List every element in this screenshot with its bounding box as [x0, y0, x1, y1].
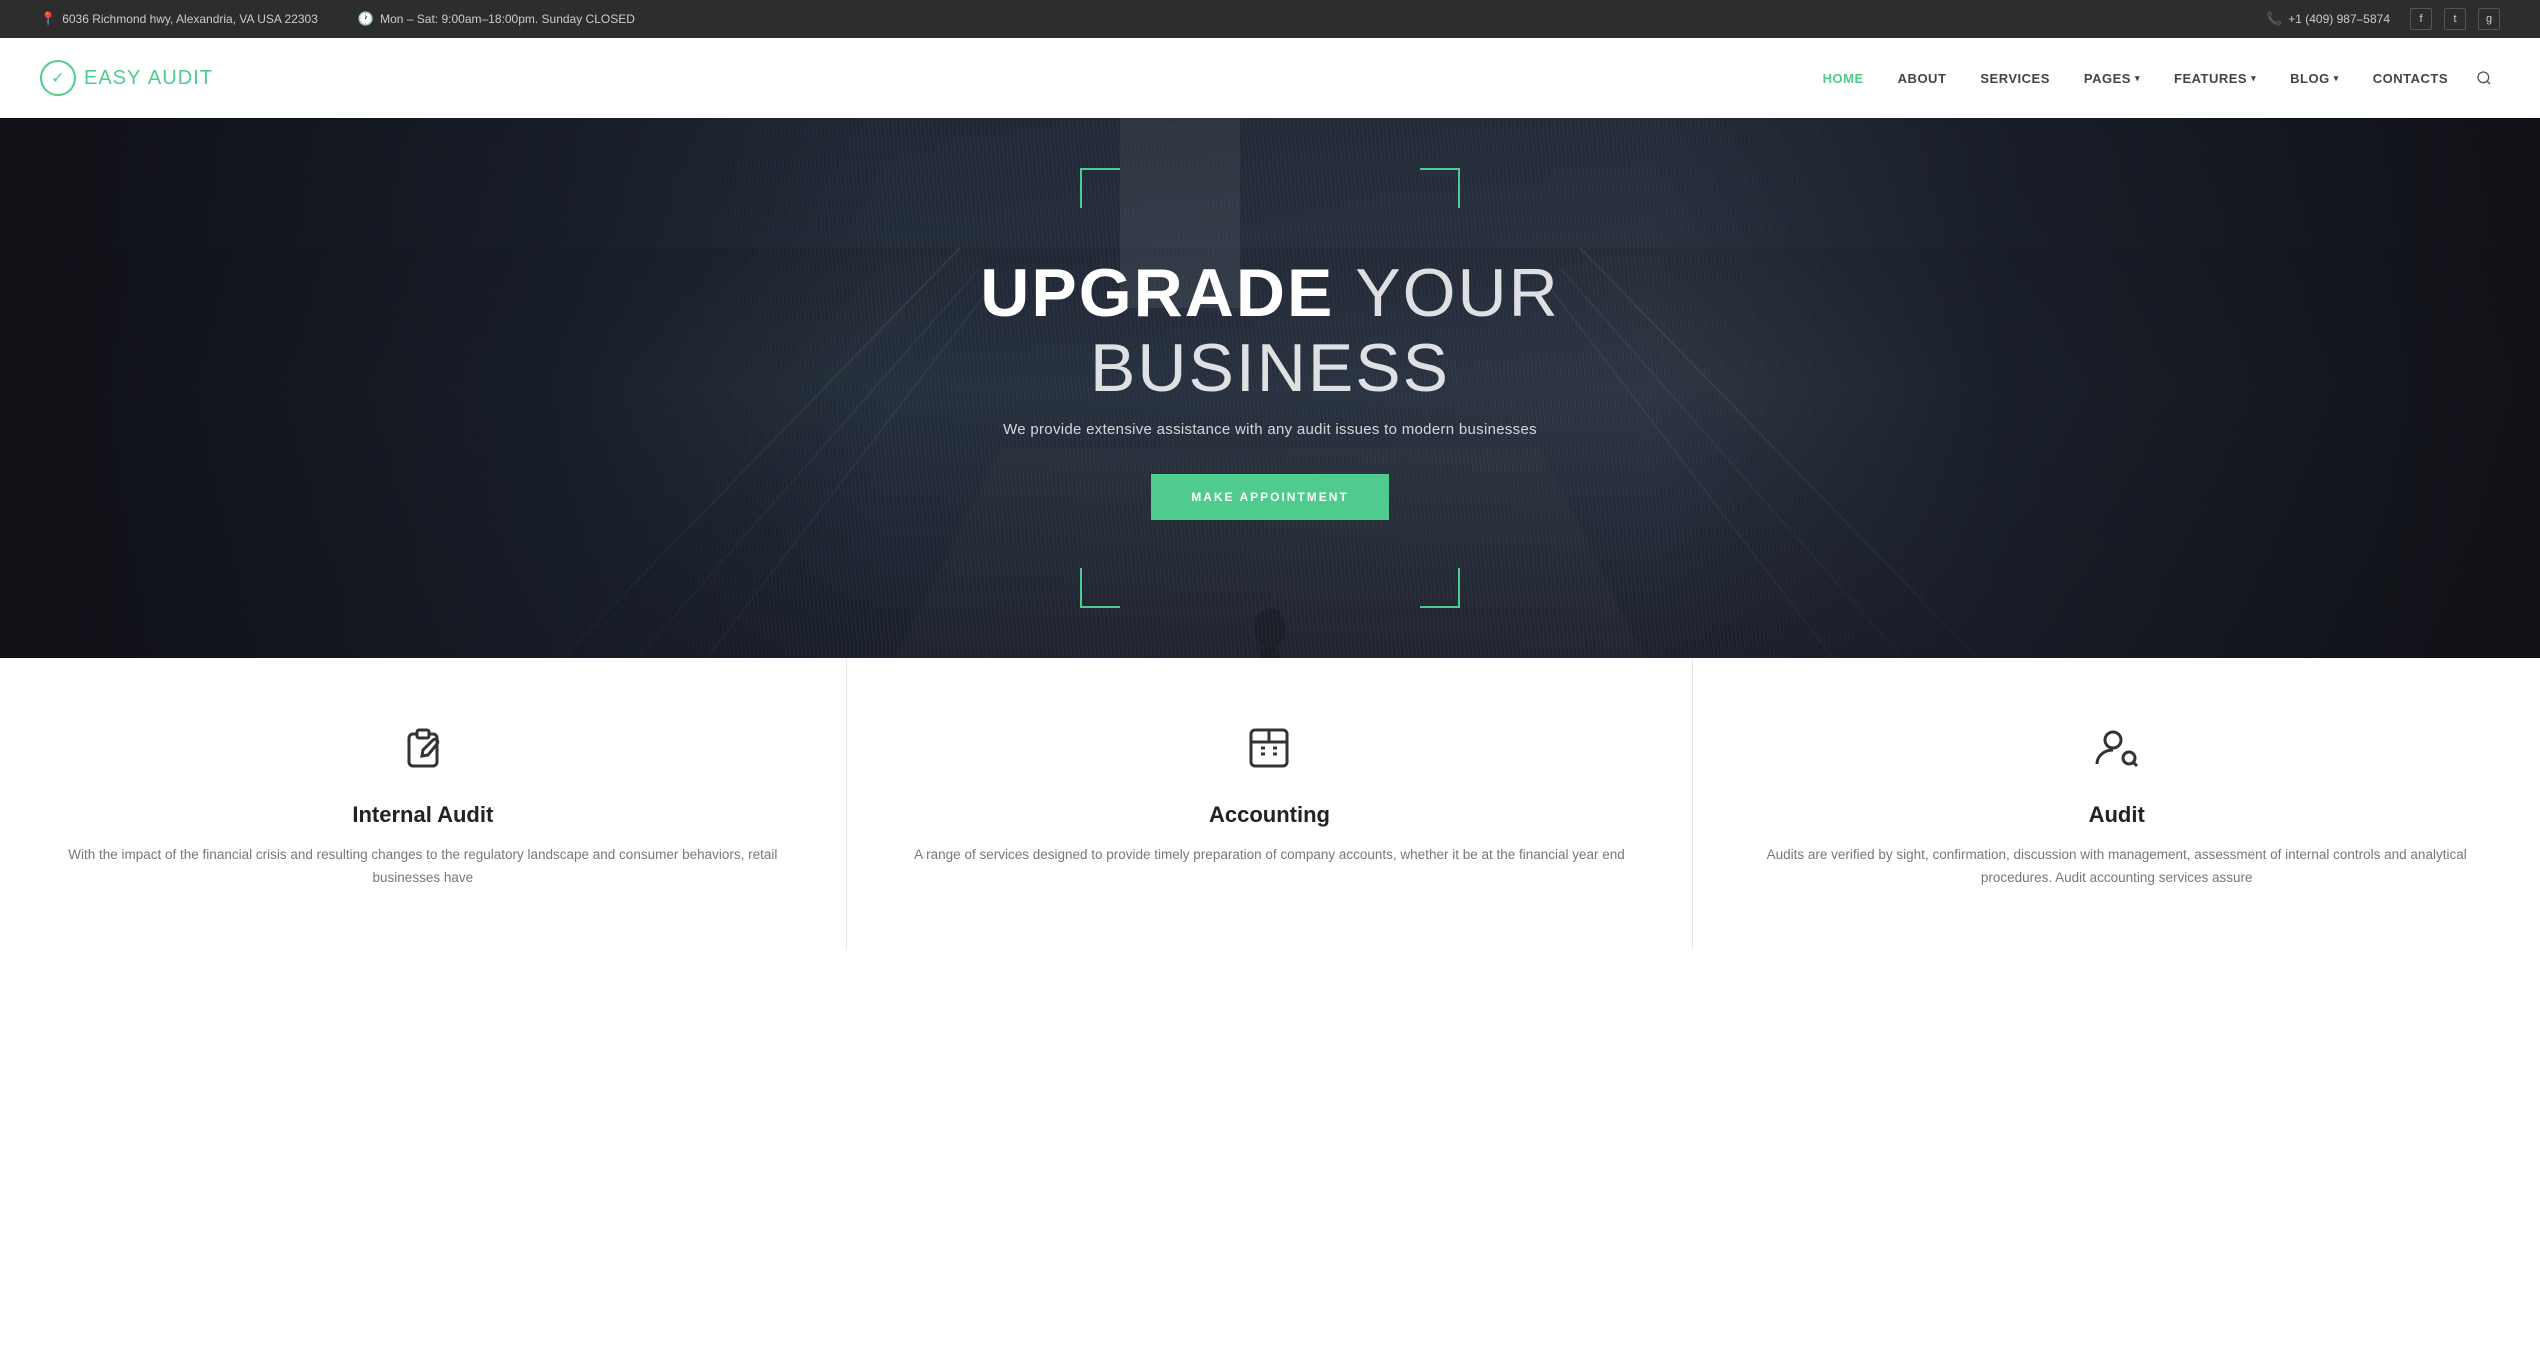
nav-home[interactable]: HOME [1809, 63, 1878, 94]
clock-icon: 🕐 [358, 11, 374, 27]
phone-icon: 📞 [2266, 11, 2282, 27]
corner-bracket-br [1420, 568, 1460, 608]
services-section: Internal Audit With the impact of the fi… [0, 658, 2540, 950]
nav-features[interactable]: FEATURES ▾ [2160, 63, 2270, 94]
accounting-icon [1239, 718, 1299, 778]
service-card-audit: Audit Audits are verified by sight, conf… [1693, 658, 2540, 950]
address-text: 6036 Richmond hwy, Alexandria, VA USA 22… [62, 12, 318, 26]
nav-pages[interactable]: PAGES ▾ [2070, 63, 2154, 94]
service-desc-audit: Audits are verified by sight, confirmati… [1743, 844, 2490, 890]
corner-bracket-tl [1080, 168, 1120, 208]
twitter-icon[interactable]: t [2444, 8, 2466, 30]
features-chevron: ▾ [2251, 73, 2256, 84]
nav-contacts[interactable]: CONTACTS [2359, 63, 2462, 94]
nav-blog[interactable]: BLOG ▾ [2276, 63, 2353, 94]
address-item: 📍 6036 Richmond hwy, Alexandria, VA USA … [40, 11, 318, 27]
logo-bold: EASY [84, 67, 141, 89]
person-search-icon [2093, 724, 2141, 772]
corner-bracket-bl [1080, 568, 1120, 608]
pages-chevron: ▾ [2135, 73, 2140, 84]
hero-content: UPGRADE YOUR BUSINESS We provide extensi… [870, 256, 1670, 521]
blog-chevron: ▾ [2334, 73, 2339, 84]
service-card-accounting: Accounting A range of services designed … [847, 658, 1694, 950]
hero-title-bold: UPGRADE [980, 255, 1334, 331]
hero-right-panel [1651, 118, 2540, 658]
service-desc-accounting: A range of services designed to provide … [897, 844, 1643, 867]
calculator-icon [1245, 724, 1293, 772]
hero-section: UPGRADE YOUR BUSINESS We provide extensi… [0, 118, 2540, 658]
location-icon: 📍 [40, 11, 56, 27]
hero-left-panel [0, 118, 889, 658]
hero-cta-button[interactable]: MAKE APPOINTMENT [1151, 474, 1389, 520]
service-card-internal-audit: Internal Audit With the impact of the fi… [0, 658, 847, 950]
corner-bracket-tr [1420, 168, 1460, 208]
service-title-audit: Audit [1743, 802, 2490, 828]
top-bar-left: 📍 6036 Richmond hwy, Alexandria, VA USA … [40, 11, 635, 27]
top-bar-right: 📞 +1 (409) 987–5874 f t g [2266, 8, 2500, 30]
clipboard-edit-icon [399, 724, 447, 772]
hours-text: Mon – Sat: 9:00am–18:00pm. Sunday CLOSED [380, 12, 635, 26]
logo-light: AUDIT [148, 67, 213, 89]
header: ✓ EASY AUDIT HOME ABOUT SERVICES PAGES ▾… [0, 38, 2540, 118]
facebook-icon[interactable]: f [2410, 8, 2432, 30]
nav-about[interactable]: ABOUT [1884, 63, 1961, 94]
service-title-internal-audit: Internal Audit [50, 802, 796, 828]
audit-icon [2087, 718, 2147, 778]
hero-title: UPGRADE YOUR BUSINESS [890, 256, 1650, 406]
hours-item: 🕐 Mon – Sat: 9:00am–18:00pm. Sunday CLOS… [358, 11, 635, 27]
nav-services[interactable]: SERVICES [1966, 63, 2064, 94]
main-nav: HOME ABOUT SERVICES PAGES ▾ FEATURES ▾ B… [1809, 62, 2500, 94]
phone-item: 📞 +1 (409) 987–5874 [2266, 11, 2390, 27]
phone-text: +1 (409) 987–5874 [2288, 12, 2390, 26]
google-icon[interactable]: g [2478, 8, 2500, 30]
internal-audit-icon [393, 718, 453, 778]
social-icons: f t g [2410, 8, 2500, 30]
service-title-accounting: Accounting [897, 802, 1643, 828]
logo-icon: ✓ [40, 60, 76, 96]
search-icon [2476, 70, 2492, 86]
top-bar: 📍 6036 Richmond hwy, Alexandria, VA USA … [0, 0, 2540, 38]
hero-subtitle: We provide extensive assistance with any… [890, 421, 1650, 438]
service-desc-internal-audit: With the impact of the financial crisis … [50, 844, 796, 890]
search-button[interactable] [2468, 62, 2500, 94]
logo[interactable]: ✓ EASY AUDIT [40, 60, 213, 96]
logo-text: EASY AUDIT [84, 67, 213, 90]
